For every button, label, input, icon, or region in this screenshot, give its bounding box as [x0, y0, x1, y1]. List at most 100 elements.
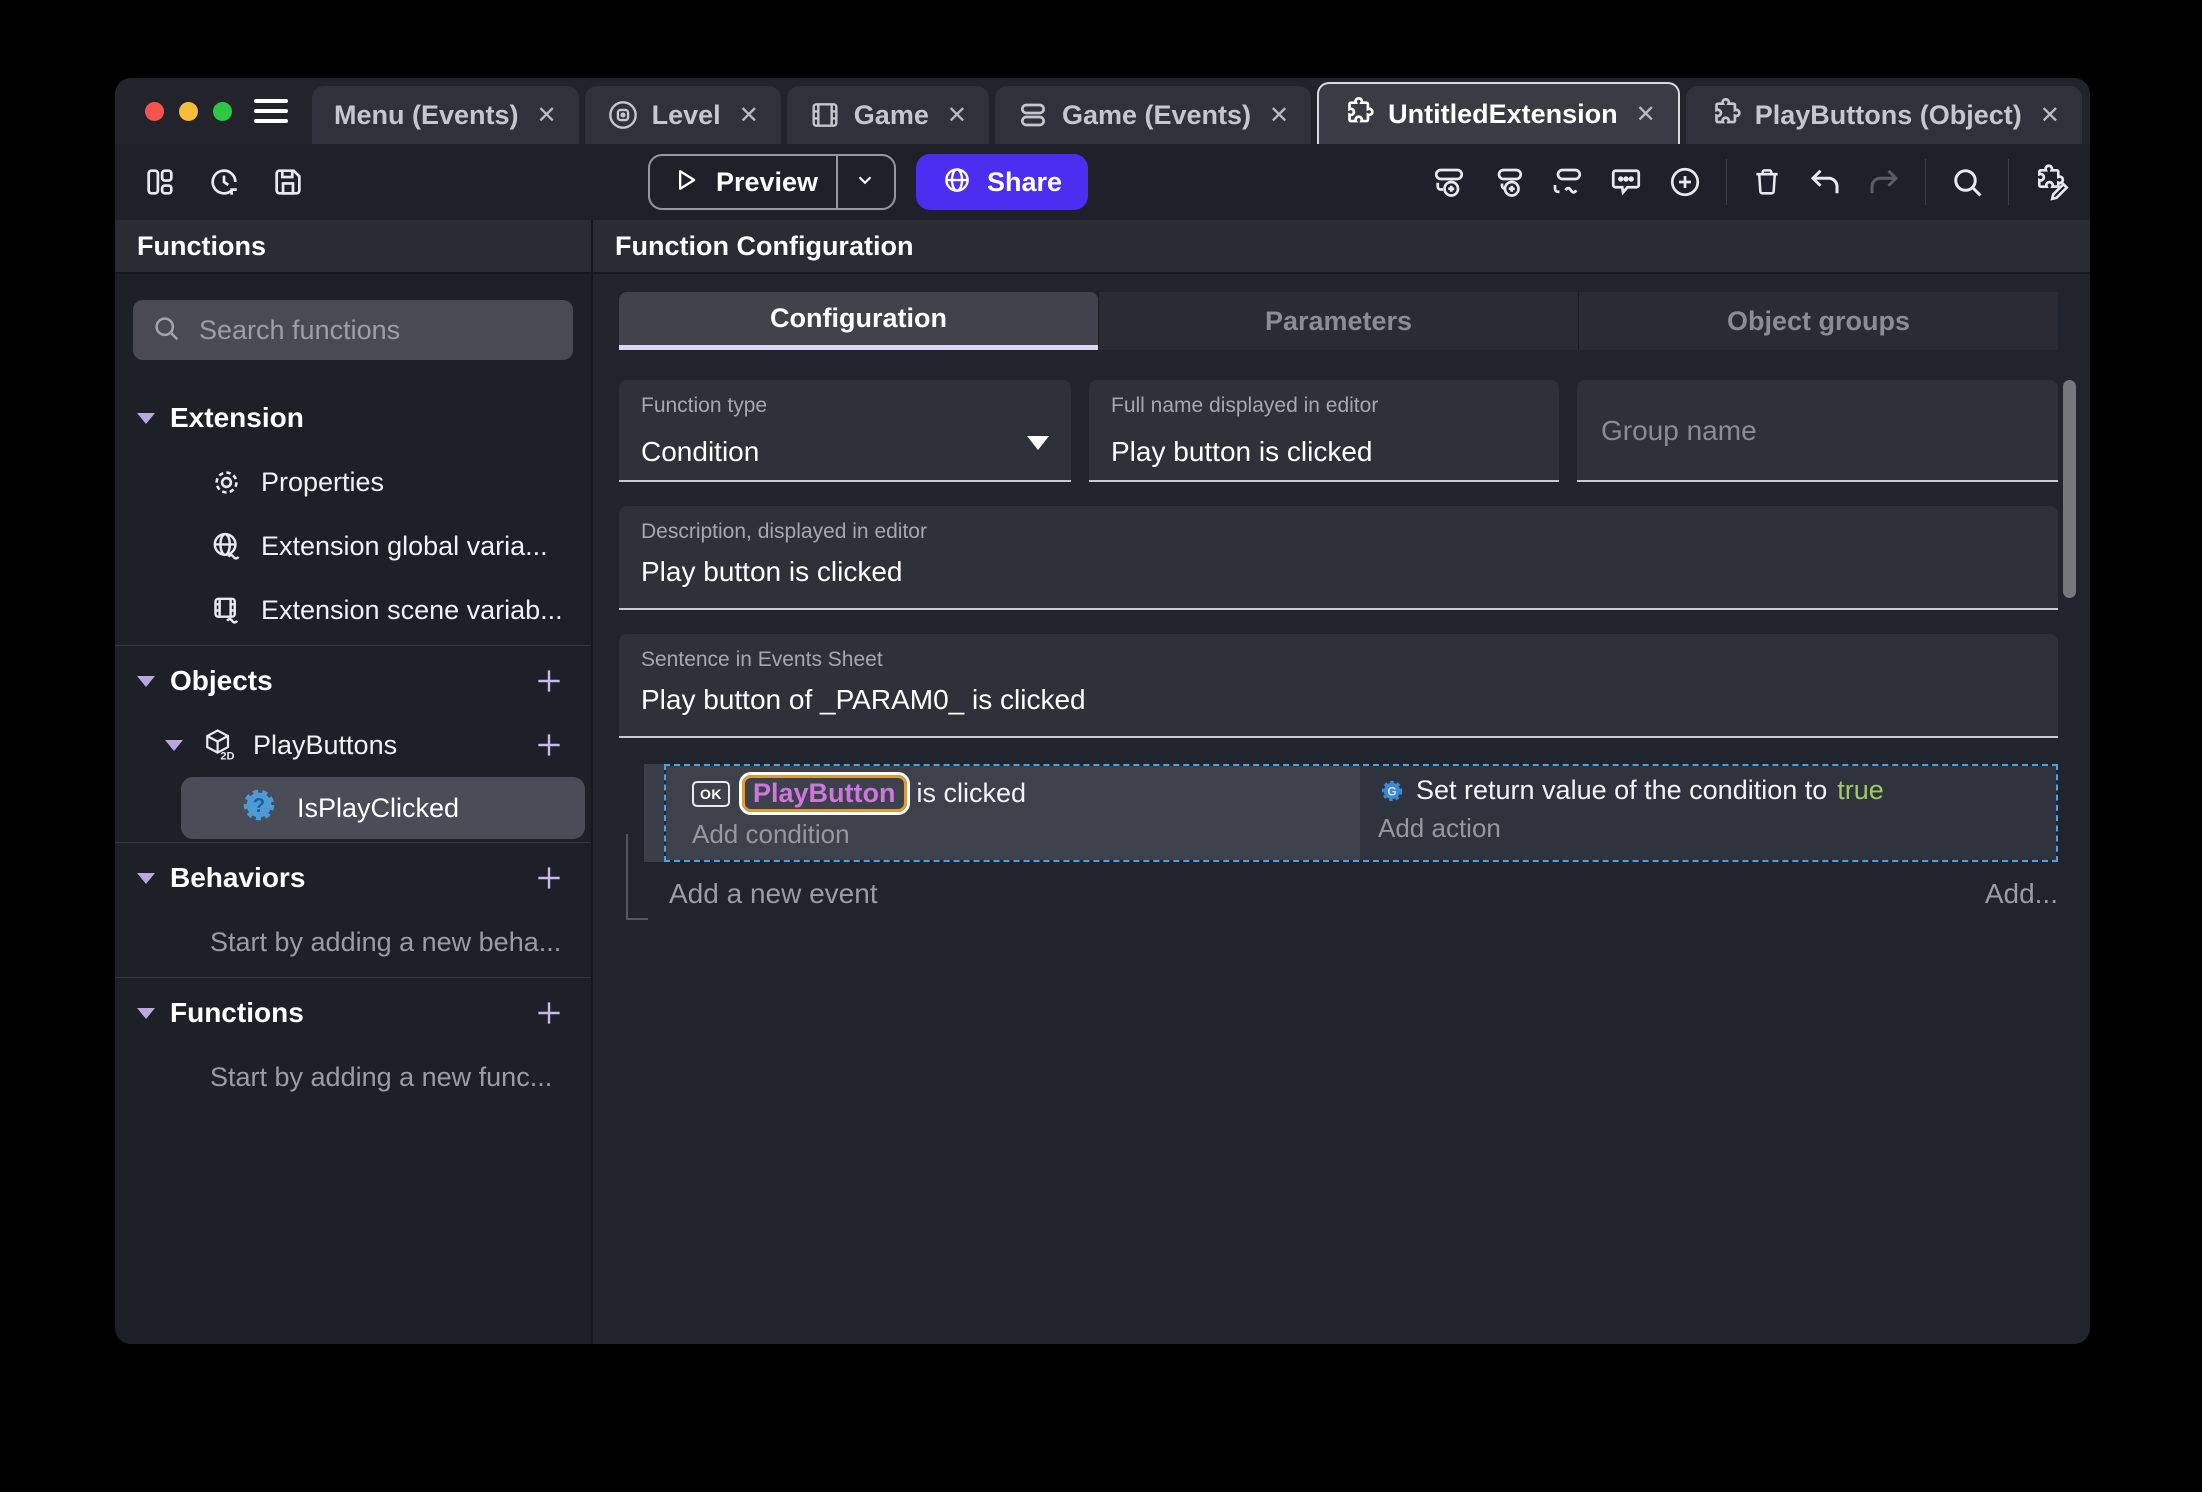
add-condition-button[interactable]: Add condition: [692, 819, 1360, 850]
add-object-function-button[interactable]: [533, 729, 565, 761]
globe-icon: [942, 165, 972, 200]
sidebar-title: Functions: [115, 220, 591, 274]
chevron-down-icon[interactable]: [137, 675, 155, 687]
add-other-events-icon[interactable]: [1549, 164, 1585, 200]
tab-object-groups[interactable]: Object groups: [1578, 292, 2058, 350]
close-tab-icon[interactable]: ✕: [537, 101, 557, 130]
chevron-down-icon[interactable]: [137, 872, 155, 884]
add-event-row: Add a new event Add...: [619, 878, 2058, 910]
tab-game-events[interactable]: Game (Events) ✕: [994, 86, 1312, 144]
app-window: Menu (Events) ✕ Level ✕ Game ✕ Game (Eve…: [115, 78, 2090, 1344]
add-comment-icon[interactable]: [1608, 164, 1644, 200]
section-functions[interactable]: Functions: [115, 981, 591, 1045]
section-objects[interactable]: Objects: [115, 649, 591, 713]
close-tab-icon[interactable]: ✕: [2040, 101, 2060, 130]
section-behaviors[interactable]: Behaviors: [115, 846, 591, 910]
save-icon[interactable]: [271, 165, 305, 199]
add-subevent-icon[interactable]: [1490, 164, 1526, 200]
add-function-button[interactable]: [533, 997, 565, 1029]
tab-label: Game: [853, 99, 929, 130]
svg-text:?: ?: [253, 795, 265, 817]
boolean-true-value: true: [1837, 775, 1884, 805]
redo-icon[interactable]: [1866, 164, 1902, 200]
tab-game[interactable]: Game ✕: [786, 86, 989, 144]
chevron-down-icon[interactable]: [854, 169, 876, 196]
storyboard-icon: [809, 99, 841, 131]
chevron-down-icon[interactable]: [137, 1007, 155, 1019]
sidebar-item-isplayclicked-selected[interactable]: ? IsPlayClicked: [181, 777, 585, 839]
sidebar-item-extension-global-variables[interactable]: Extension global varia...: [115, 514, 591, 578]
close-tab-icon[interactable]: ✕: [739, 101, 759, 130]
top-fields-row: Function type Condition Full name displa…: [619, 380, 2058, 482]
toolbar-divider: [1925, 159, 1926, 205]
tab-untitled-extension[interactable]: UntitledExtension ✕: [1317, 82, 1680, 144]
gear-icon: [210, 466, 243, 499]
minimize-window-button[interactable]: [179, 101, 198, 121]
page-title: Function Configuration: [593, 220, 2090, 274]
sidebar-item-properties[interactable]: Properties: [115, 450, 591, 514]
group-name-input[interactable]: [1599, 414, 2036, 448]
configuration-tabs: Configuration Parameters Object groups: [619, 292, 2058, 350]
share-button[interactable]: Share: [916, 154, 1089, 210]
maximize-window-button[interactable]: [213, 101, 232, 121]
toolbar-divider: [2008, 159, 2009, 205]
add-action-button[interactable]: Add action: [1378, 813, 2056, 844]
sidebar-item-extension-scene-variables[interactable]: Extension scene variab...: [115, 578, 591, 642]
titlebar: Menu (Events) ✕ Level ✕ Game ✕ Game (Eve…: [115, 78, 2090, 144]
sidebar-divider: [115, 977, 591, 978]
tab-parameters[interactable]: Parameters: [1098, 292, 1578, 350]
tab-label: UntitledExtension: [1388, 98, 1618, 129]
scene-icon: [607, 99, 639, 131]
search-icon[interactable]: [1949, 164, 1985, 200]
version-history-icon[interactable]: [207, 165, 241, 199]
actions-column[interactable]: G Set return value of the condition to t…: [1360, 766, 2056, 860]
add-new-event-button[interactable]: Add a new event: [669, 878, 878, 910]
chevron-down-icon[interactable]: [165, 739, 183, 751]
add-object-button[interactable]: [533, 665, 565, 697]
group-name-field[interactable]: [1577, 380, 2058, 482]
close-tab-icon[interactable]: ✕: [947, 101, 967, 130]
section-extension[interactable]: Extension: [115, 386, 591, 450]
conditions-column[interactable]: OK PlayButton is clicked Add condition: [666, 766, 1360, 860]
add-behavior-button[interactable]: [533, 862, 565, 894]
function-type-select[interactable]: Function type Condition: [619, 380, 1071, 482]
undo-icon[interactable]: [1807, 164, 1843, 200]
svg-text:G: G: [1387, 784, 1396, 798]
sidebar-item-playbuttons[interactable]: 2D PlayButtons: [115, 713, 591, 777]
vertical-scrollbar[interactable]: [2063, 380, 2076, 598]
add-button[interactable]: Add...: [1985, 878, 2058, 910]
main-menu-icon[interactable]: [254, 78, 288, 144]
close-tab-icon[interactable]: ✕: [1636, 100, 1656, 129]
search-functions-input[interactable]: [197, 313, 555, 347]
tab-menu-events[interactable]: Menu (Events) ✕: [312, 86, 579, 144]
sidebar-divider: [115, 645, 591, 646]
chevron-down-icon[interactable]: [137, 412, 155, 424]
event-row[interactable]: OK PlayButton is clicked Add condition G…: [644, 764, 2058, 862]
selected-event[interactable]: OK PlayButton is clicked Add condition G…: [664, 764, 2058, 862]
tab-level[interactable]: Level ✕: [584, 86, 781, 144]
search-functions-box[interactable]: [133, 300, 573, 360]
delete-icon[interactable]: [1750, 165, 1784, 199]
object-2d-icon: 2D: [201, 727, 237, 763]
tab-configuration[interactable]: Configuration: [619, 292, 1098, 350]
edit-extension-icon[interactable]: [2032, 163, 2070, 201]
add-event-icon[interactable]: [1431, 164, 1467, 200]
close-tab-icon[interactable]: ✕: [1269, 101, 1289, 130]
choose-event-icon[interactable]: [1667, 164, 1703, 200]
sentence-field[interactable]: Sentence in Events Sheet Play button of …: [619, 634, 2058, 738]
object-parameter[interactable]: PlayButton: [742, 775, 907, 812]
toolbar-right-group: [1431, 159, 2070, 205]
tab-playbuttons-object[interactable]: PlayButtons (Object) ✕: [1685, 86, 2082, 144]
preview-label: Preview: [715, 166, 819, 197]
action-line[interactable]: G Set return value of the condition to t…: [1378, 775, 2056, 806]
preview-button[interactable]: Preview: [647, 154, 897, 210]
full-name-field[interactable]: Full name displayed in editor Play butto…: [1089, 380, 1559, 482]
close-window-button[interactable]: [145, 101, 164, 121]
description-field[interactable]: Description, displayed in editor Play bu…: [619, 506, 2058, 610]
condition-line[interactable]: OK PlayButton is clicked: [692, 775, 1360, 812]
share-label: Share: [987, 166, 1063, 197]
project-manager-icon[interactable]: [143, 165, 177, 199]
configuration-body: Configuration Parameters Object groups F…: [593, 274, 2090, 1344]
functions-empty-hint: Start by adding a new func...: [210, 1061, 553, 1092]
svg-text:2D: 2D: [220, 751, 234, 763]
